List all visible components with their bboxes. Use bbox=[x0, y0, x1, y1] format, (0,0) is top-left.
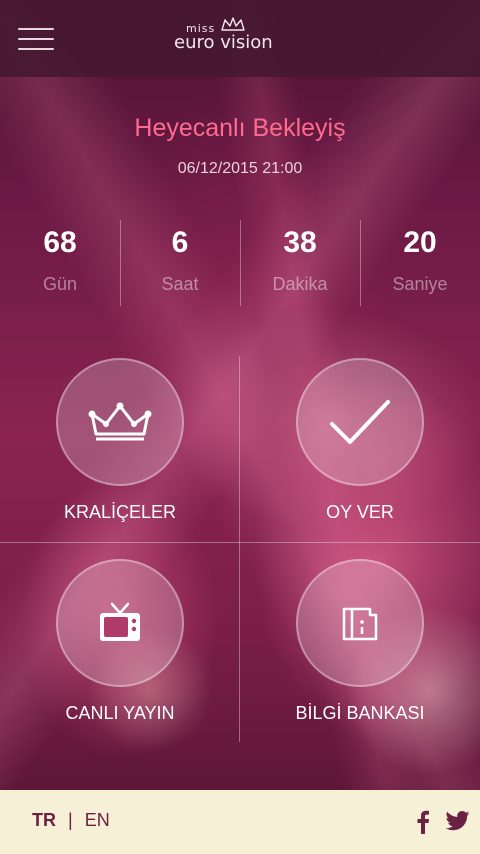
tile-vote[interactable]: OY VER bbox=[240, 356, 480, 542]
countdown-minutes-value: 38 bbox=[283, 226, 317, 259]
countdown-days-label: Gün bbox=[42, 274, 78, 294]
app-logo: miss euro vision bbox=[168, 14, 313, 64]
vote-label: OY VER bbox=[326, 502, 394, 522]
tile-info-bank[interactable]: BİLGİ BANKASI bbox=[240, 557, 480, 743]
queens-circle[interactable] bbox=[56, 358, 184, 486]
twitter-icon[interactable] bbox=[446, 811, 470, 831]
countdown-seconds-label: Saniye bbox=[392, 274, 448, 294]
top-bar: miss euro vision bbox=[0, 0, 480, 77]
tile-live-stream[interactable]: CANLI YAYIN bbox=[0, 557, 240, 743]
info-bank-label: BİLGİ BANKASI bbox=[295, 703, 425, 723]
vote-circle[interactable] bbox=[296, 358, 424, 486]
info-bank-circle[interactable] bbox=[296, 559, 424, 687]
countdown-days-value: 68 bbox=[43, 226, 77, 259]
countdown-seconds-value: 20 bbox=[403, 226, 437, 259]
language-switcher: TR | EN bbox=[32, 810, 110, 831]
logo-crown-icon bbox=[221, 17, 245, 31]
main-menu-grid: KRALİÇELER OY VER CANLI YAYIN BİLGİ BANK… bbox=[0, 356, 480, 742]
live-stream-circle[interactable] bbox=[56, 559, 184, 687]
live-stream-label: CANLI YAYIN bbox=[65, 703, 175, 723]
countdown-days: 68 Gün bbox=[0, 218, 120, 308]
countdown: 68 Gün 6 Saat 38 Dakika 20 Saniye bbox=[0, 218, 480, 308]
tile-queens[interactable]: KRALİÇELER bbox=[0, 356, 240, 542]
lang-en-link[interactable]: EN bbox=[85, 810, 110, 830]
event-datetime: 06/12/2015 21:00 bbox=[177, 160, 303, 177]
logo-wordmark: euro vision bbox=[174, 32, 273, 53]
checkmark-icon bbox=[330, 400, 390, 444]
event-title: Heyecanlı Bekleyiş bbox=[134, 114, 346, 142]
footer-bar: TR | EN bbox=[0, 790, 480, 854]
lang-tr-link[interactable]: TR bbox=[32, 810, 56, 830]
lang-separator: | bbox=[68, 810, 73, 830]
crown-icon bbox=[88, 402, 152, 441]
countdown-hours: 6 Saat bbox=[120, 218, 240, 308]
tv-icon bbox=[100, 602, 140, 641]
countdown-seconds: 20 Saniye bbox=[360, 218, 480, 308]
facebook-icon[interactable] bbox=[416, 810, 430, 834]
hamburger-menu-icon[interactable] bbox=[18, 26, 56, 52]
queens-label: KRALİÇELER bbox=[63, 502, 177, 522]
grid-divider-horizontal bbox=[0, 542, 480, 543]
countdown-hours-value: 6 bbox=[171, 226, 189, 259]
info-book-icon bbox=[342, 607, 378, 641]
countdown-minutes-label: Dakika bbox=[272, 274, 328, 294]
countdown-minutes: 38 Dakika bbox=[240, 218, 360, 308]
countdown-hours-label: Saat bbox=[161, 274, 199, 294]
